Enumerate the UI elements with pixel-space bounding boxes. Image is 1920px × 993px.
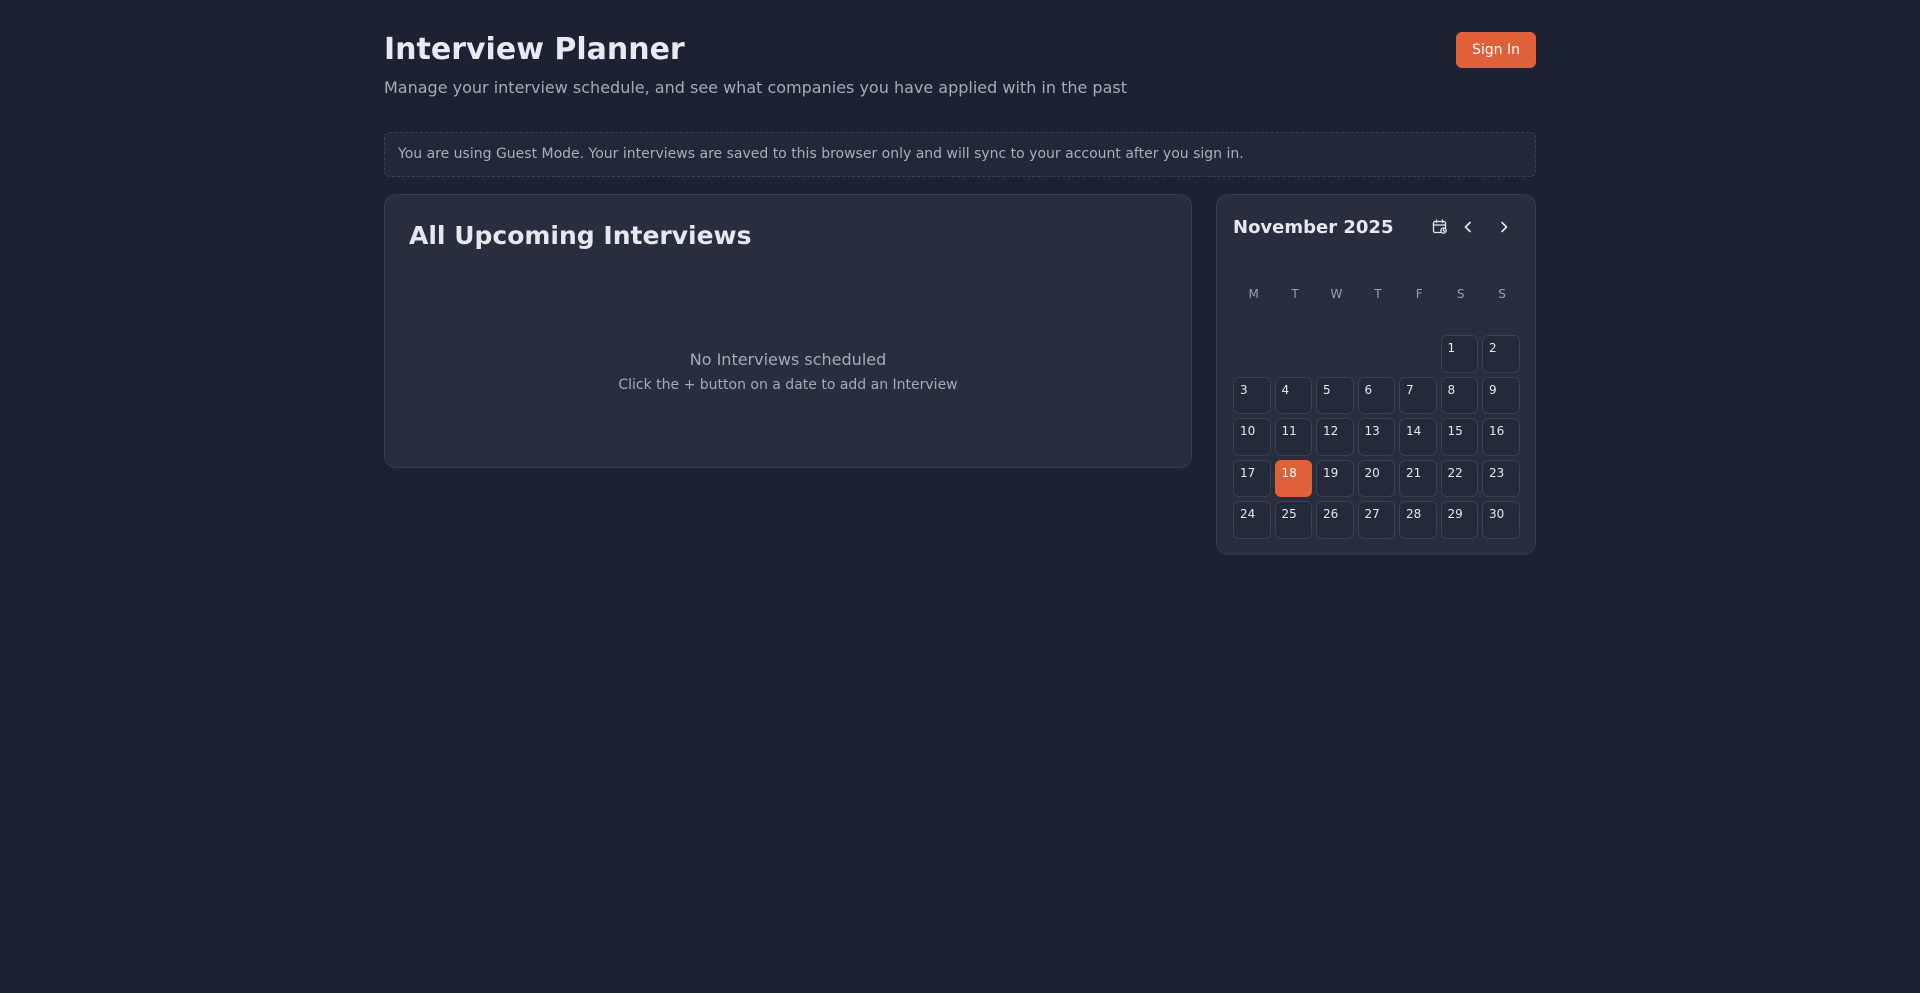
calendar-day[interactable]: 28 [1399, 501, 1437, 539]
calendar-weekday: T [1374, 287, 1382, 301]
calendar-weekday: T [1291, 287, 1299, 301]
calendar-day[interactable]: 5 [1316, 376, 1354, 414]
upcoming-interviews-title: All Upcoming Interviews [409, 221, 752, 250]
calendar-day[interactable]: 1 [1440, 335, 1478, 373]
calendar-day[interactable]: 15 [1440, 418, 1478, 456]
calendar-day[interactable]: 21 [1399, 459, 1437, 497]
calendar-day[interactable]: 22 [1440, 459, 1478, 497]
calendar-day[interactable]: 20 [1357, 459, 1395, 497]
calendar-day-today[interactable]: 18 [1274, 459, 1312, 497]
chevron-right-icon[interactable] [1492, 215, 1516, 239]
calendar-weekday: F [1415, 287, 1423, 301]
calendar-day-grid: 1 2 3 4 5 6 7 8 9 10 11 12 13 14 15 16 17 18 19 20 21 22 23 24 2… [1233, 335, 1520, 539]
calendar-weekday-header: MTWTFSS [1233, 287, 1523, 301]
calendar-day[interactable]: 29 [1440, 501, 1478, 539]
guest-mode-banner: You are using Guest Mode. Your interview… [384, 132, 1536, 177]
calendar-day[interactable]: 13 [1357, 418, 1395, 456]
calendar-day[interactable]: 23 [1482, 459, 1520, 497]
calendar-day[interactable]: 17 [1233, 459, 1271, 497]
calendar-day[interactable]: 27 [1357, 501, 1395, 539]
calendar-day[interactable]: 10 [1233, 418, 1271, 456]
empty-state-title: No Interviews scheduled [689, 350, 887, 369]
calendar-month-label: November 2025 [1233, 217, 1394, 238]
calendar-today-icon[interactable] [1428, 215, 1452, 239]
calendar-weekday: W [1330, 287, 1343, 301]
calendar-day[interactable]: 7 [1399, 376, 1437, 414]
calendar-weekday: S [1498, 287, 1506, 301]
empty-state-subtitle: Click the + button on a date to add an I… [618, 377, 958, 393]
calendar-day[interactable]: 24 [1233, 501, 1271, 539]
calendar-day[interactable]: 19 [1316, 459, 1354, 497]
calendar-weekday: S [1456, 287, 1465, 301]
calendar-day[interactable]: 12 [1316, 418, 1354, 456]
calendar-day[interactable]: 14 [1399, 418, 1437, 456]
calendar-day[interactable]: 16 [1482, 418, 1520, 456]
calendar-weekday: M [1248, 287, 1259, 301]
calendar-day[interactable]: 4 [1274, 376, 1312, 414]
calendar-panel: November 2025 MTWTFSS 1 2 3 4 5 6 7 8 9 10 11 12 13 1… [1216, 194, 1536, 555]
calendar-day[interactable]: 11 [1274, 418, 1312, 456]
header: Interview Planner Manage your interview … [384, 0, 1536, 132]
page-subtitle: Manage your interview schedule, and see … [384, 78, 1127, 97]
sign-in-button[interactable]: Sign In [1456, 32, 1536, 68]
calendar-day[interactable]: 25 [1274, 501, 1312, 539]
calendar-day[interactable]: 3 [1233, 376, 1271, 414]
calendar-day[interactable]: 9 [1482, 376, 1520, 414]
calendar-day[interactable]: 26 [1316, 501, 1354, 539]
calendar-day[interactable]: 6 [1357, 376, 1395, 414]
calendar-day[interactable]: 8 [1440, 376, 1478, 414]
chevron-left-icon[interactable] [1456, 215, 1480, 239]
calendar-day[interactable]: 2 [1482, 335, 1520, 373]
page-title: Interview Planner [384, 32, 685, 67]
upcoming-interviews-panel: All Upcoming Interviews No Interviews sc… [384, 194, 1192, 468]
calendar-day[interactable]: 30 [1482, 501, 1520, 539]
page: Interview Planner Manage your interview … [384, 0, 1536, 555]
